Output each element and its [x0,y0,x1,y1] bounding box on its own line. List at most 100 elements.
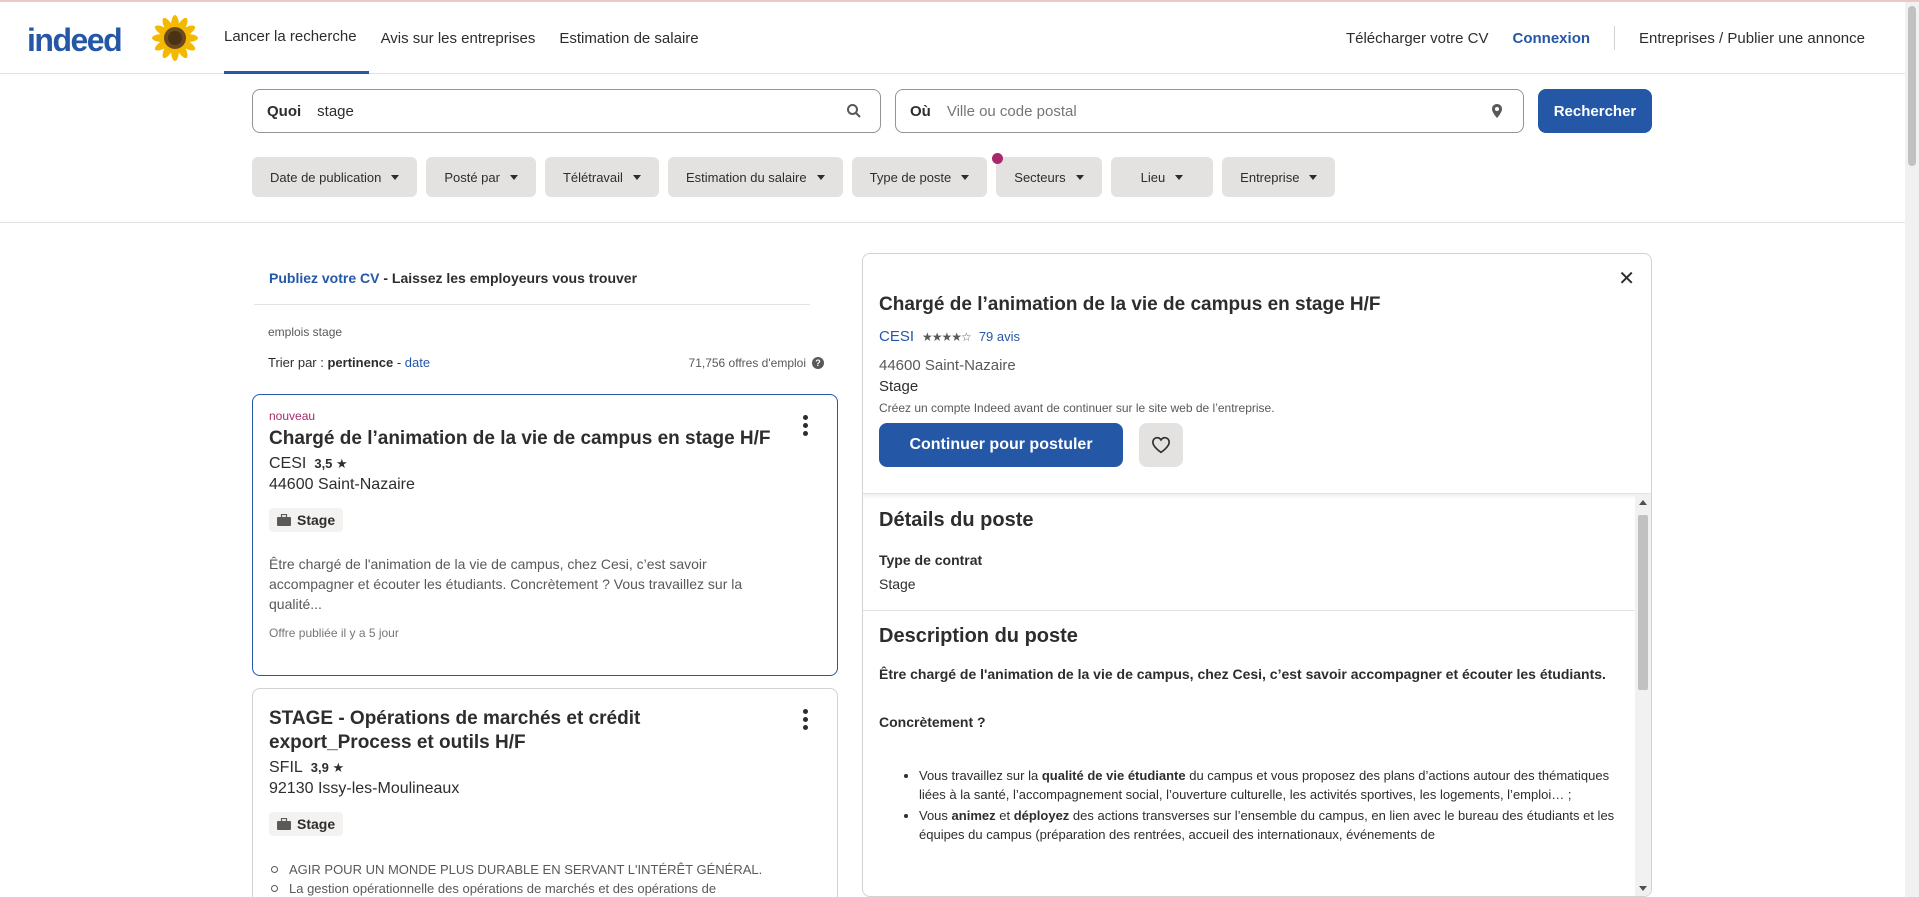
scroll-down-arrow-icon[interactable] [1639,886,1647,891]
close-icon[interactable]: ✕ [1618,266,1635,291]
caret-down-icon [1175,174,1184,180]
job-type-label: Stage [297,816,336,832]
detail-actions: Continuer pour postuler [879,423,1635,467]
section-divider [0,222,1905,223]
job-type-badge: Stage [269,812,344,836]
sort-row: Trier par : pertinence - date 71,756 off… [268,355,824,370]
briefcase-icon [277,818,291,830]
detail-job-type: Stage [879,378,919,395]
detail-company-link[interactable]: CESI [879,328,914,345]
filter-posted-by[interactable]: Posté par [426,157,536,197]
what-field[interactable]: Quoi stage [252,89,881,133]
apply-button[interactable]: Continuer pour postuler [879,423,1123,467]
more-options-icon[interactable] [803,415,809,436]
search-button[interactable]: Rechercher [1538,89,1652,133]
rating-stars-icon: ★★★★☆ [922,329,972,344]
company-row: CESI 3,5 ★ [269,455,821,473]
detail-title: Chargé de l’animation de la vie de campu… [879,294,1381,315]
nav-company-reviews[interactable]: Avis sur les entreprises [369,2,548,74]
contract-label: Type de contrat [879,552,983,568]
job-detail-body: Détails du poste Type de contrat Stage D… [863,495,1637,896]
filter-label: Entreprise [1240,169,1300,185]
header-actions: Télécharger votre CV Connexion Entrepris… [1334,2,1877,74]
where-field[interactable]: Où Ville ou code postal [895,89,1524,133]
sunflower-icon [152,15,198,61]
where-input[interactable]: Ville ou code postal [947,103,1077,120]
publish-cv-link[interactable]: Publiez votre CV [269,270,379,286]
description-item: Vous travaillez sur la qualité de vie ét… [919,748,1621,804]
upload-cv-link[interactable]: Télécharger votre CV [1334,30,1501,47]
detail-company-row: CESI ★★★★☆ 79 avis [879,328,1635,345]
top-header: indeed Lancer la recherche Avis sur les … [0,2,1905,74]
new-badge: nouveau [269,409,316,423]
caret-down-icon [1075,174,1084,180]
page-scrollbar[interactable] [1905,2,1919,897]
sort-label: Trier par : [268,355,328,370]
filter-label: Estimation du salaire [685,169,807,185]
login-link[interactable]: Connexion [1501,30,1603,47]
job-location: 44600 Saint-Nazaire [269,476,415,493]
heart-icon [1151,436,1171,454]
nav-salary[interactable]: Estimation de salaire [547,2,710,74]
reviews-link[interactable]: 79 avis [979,329,1020,344]
job-title[interactable]: Chargé de l’animation de la vie de campu… [269,427,821,451]
description-heading: Description du poste [879,625,1078,647]
where-label: Où [910,102,931,120]
indeed-logo[interactable]: indeed [27,22,123,59]
sort-relevance: pertinence [327,355,394,370]
caret-down-icon [816,174,825,180]
job-card[interactable]: nouveau Chargé de l’animation de la vie … [252,394,838,676]
filter-remote[interactable]: Télétravail [544,157,659,197]
filter-label: Télétravail [562,169,623,185]
detail-scrollbar[interactable] [1635,495,1651,896]
filter-label: Type de poste [869,169,952,185]
search-context: emplois stage [268,325,343,339]
filter-label: Secteurs [1014,169,1066,185]
filter-company[interactable]: Entreprise [1222,157,1336,197]
more-options-icon[interactable] [803,709,809,730]
location-pin-icon [1492,104,1502,118]
results-count: 71,756 offres d'emploi ? [689,355,824,370]
publish-cv-banner: Publiez votre CV - Laissez les employeur… [254,252,810,305]
section-divider [863,610,1637,611]
header-divider [1614,26,1616,50]
employers-link[interactable]: Entreprises / Publier une annonce [1627,30,1877,47]
filter-label: Posté par [444,169,500,185]
job-detail-panel: ✕ Chargé de l’animation de la vie de cam… [862,253,1652,897]
save-job-button[interactable] [1139,423,1183,467]
detail-location: 44600 Saint-Nazaire [879,357,1016,374]
company-name: CESI [269,455,307,472]
page-scrollbar-thumb[interactable] [1908,6,1916,166]
filter-salary[interactable]: Estimation du salaire [667,157,843,197]
sort-separator: - [393,355,405,370]
filter-job-type[interactable]: Type de poste [851,157,988,197]
description-subheading: Concrètement ? [879,714,986,730]
company-rating: 3,5 ★ [314,456,348,471]
caret-down-icon [1309,174,1318,180]
new-indicator-dot [992,153,1004,164]
nav-find-jobs[interactable]: Lancer la recherche [224,2,369,74]
scroll-up-arrow-icon[interactable] [1639,500,1647,505]
filter-sectors[interactable]: Secteurs [992,153,1102,197]
description-list: Vous travaillez sur la qualité de vie ét… [879,748,1621,844]
sort-date-link[interactable]: date [405,355,430,370]
job-card[interactable]: STAGE - Opérations de marchés et crédit … [252,688,838,897]
company-name: SFIL [269,759,303,776]
job-bullet: La gestion opérationnelle des opérations… [269,879,821,897]
results-count-text: 71,756 offres d'emploi [688,355,806,370]
search-bar: Quoi stage Où Ville ou code postal Reche… [252,89,1652,133]
what-input[interactable]: stage [317,103,354,120]
job-bullets: AGIR POUR UN MONDE PLUS DURABLE EN SERVA… [269,860,821,897]
job-title[interactable]: STAGE - Opérations de marchés et crédit … [269,707,821,755]
filter-location[interactable]: Lieu [1110,157,1214,197]
posted-date: Offre publiée il y a 5 jour [269,626,399,640]
contract-value: Stage [879,576,916,592]
briefcase-icon [277,514,291,526]
scrollbar-thumb[interactable] [1638,515,1648,690]
caret-down-icon [961,174,970,180]
filter-date[interactable]: Date de publication [252,157,418,197]
details-heading: Détails du poste [879,509,1034,531]
help-icon[interactable]: ? [812,356,824,369]
job-type-label: Stage [297,512,336,528]
job-bullet: AGIR POUR UN MONDE PLUS DURABLE EN SERVA… [269,860,821,879]
